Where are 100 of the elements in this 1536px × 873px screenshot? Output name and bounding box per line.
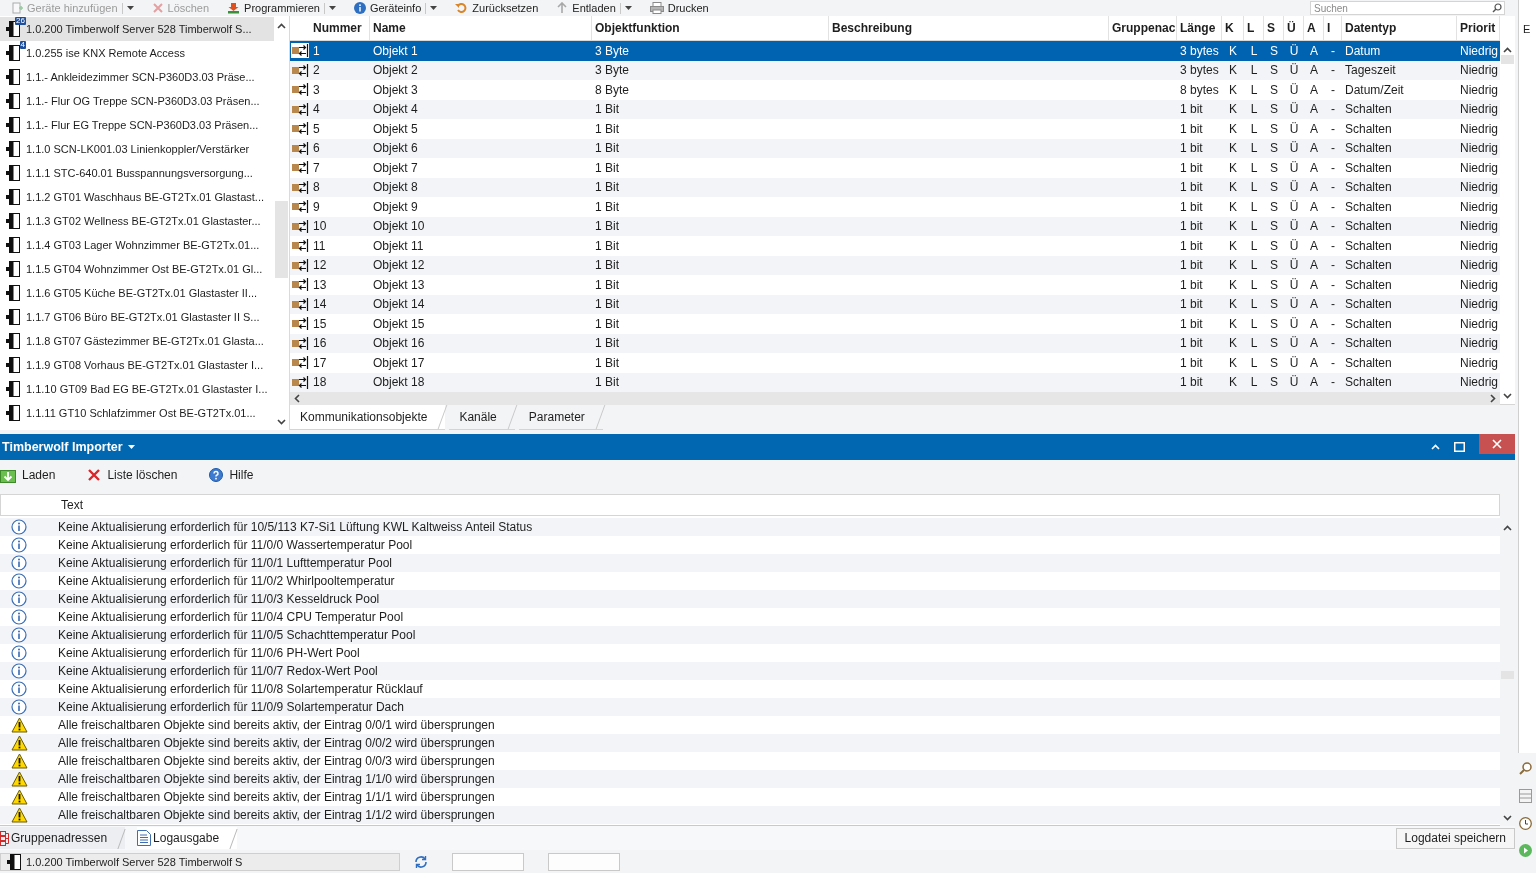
- column-header[interactable]: Name: [370, 16, 592, 40]
- chevron-up-icon[interactable]: [1503, 47, 1512, 53]
- column-header[interactable]: Ü: [1284, 16, 1304, 40]
- tree-item[interactable]: 26 1.0.200 Timberwolf Server 528 Timberwolf S...: [0, 17, 274, 41]
- table-cell-text: A: [1309, 276, 1319, 294]
- maximize-icon[interactable]: [1454, 442, 1465, 452]
- search-field[interactable]: Suchen: [1310, 1, 1505, 15]
- tab[interactable]: Logausgabe: [137, 827, 238, 849]
- table-row[interactable]: 16 Objekt 16 1 Bit 1 bit K L S Ü A - Schalten Niedrig: [290, 333, 1500, 353]
- table-cell-text: S: [1269, 159, 1279, 177]
- chevron-down-icon[interactable]: [1503, 393, 1512, 399]
- table-row[interactable]: 10 Objekt 10 1 Bit 1 bit K L S Ü A - Schalten Niedrig: [290, 216, 1500, 236]
- column-header[interactable]: S: [1264, 16, 1284, 40]
- table-row[interactable]: 4 Objekt 4 1 Bit 1 bit K L S Ü A - Schalten Niedrig: [290, 99, 1500, 119]
- table-row[interactable]: 9 Objekt 9 1 Bit 1 bit K L S Ü A - Schalten Niedrig: [290, 197, 1500, 217]
- toolbar-button[interactable]: Entladen: [551, 0, 637, 16]
- table-cell-text: -: [1330, 101, 1336, 119]
- column-header[interactable]: L: [1244, 16, 1264, 40]
- close-button[interactable]: [1479, 434, 1515, 454]
- panel-title-menu[interactable]: Timberwolf Importer: [0, 440, 135, 454]
- chevron-left-icon[interactable]: [294, 394, 300, 403]
- tab[interactable]: Gruppenadressen: [0, 827, 126, 849]
- toolbar-button[interactable]: Liste löschen: [87, 468, 180, 482]
- table-row[interactable]: 3 Objekt 3 8 Byte 8 bytes K L S Ü A - Datum/Zeit Niedrig: [290, 80, 1500, 100]
- chevron-down-icon[interactable]: [1503, 815, 1512, 821]
- table-cell-text: Niedrig: [1459, 354, 1499, 372]
- column-header[interactable]: K: [1222, 16, 1244, 40]
- column-header[interactable]: A: [1304, 16, 1324, 40]
- table-cell-text: Objekt 2: [372, 62, 419, 80]
- column-header[interactable]: Priorit: [1457, 16, 1500, 40]
- warning-icon: [11, 771, 28, 787]
- column-header[interactable]: Länge: [1177, 16, 1222, 40]
- column-header[interactable]: Objektfunktion: [592, 16, 829, 40]
- table-cell-text: -: [1330, 315, 1336, 333]
- table-cell-text: 1 Bit: [594, 374, 620, 392]
- column-header[interactable]: Datentyp: [1342, 16, 1457, 40]
- table-row[interactable]: 5 Objekt 5 1 Bit 1 bit K L S Ü A - Schalten Niedrig: [290, 119, 1500, 139]
- table-row[interactable]: 7 Objekt 7 1 Bit 1 bit K L S Ü A - Schalten Niedrig: [290, 158, 1500, 178]
- table-cell-text: A: [1309, 140, 1319, 158]
- table-row[interactable]: 15 Objekt 15 1 Bit 1 bit K L S Ü A - Schalten Niedrig: [290, 314, 1500, 334]
- table-row[interactable]: 12 Objekt 12 1 Bit 1 bit K L S Ü A - Schalten Niedrig: [290, 255, 1500, 275]
- table-cell-text: Objekt 7: [372, 159, 419, 177]
- column-header[interactable]: Gruppenac: [1109, 16, 1177, 40]
- column-header[interactable]: Nummer: [310, 16, 370, 40]
- table-row[interactable]: 8 Objekt 8 1 Bit 1 bit K L S Ü A - Schalten Niedrig: [290, 177, 1500, 197]
- table-cell-text: 1 Bit: [594, 101, 620, 119]
- table-row[interactable]: 18 Objekt 18 1 Bit 1 bit K L S Ü A - Schalten Niedrig: [290, 372, 1500, 392]
- table-row[interactable]: 6 Objekt 6 1 Bit 1 bit K L S Ü A - Schalten Niedrig: [290, 138, 1500, 158]
- table-row[interactable]: 14 Objekt 14 1 Bit 1 bit K L S Ü A - Schalten Niedrig: [290, 294, 1500, 314]
- column-header[interactable]: I: [1324, 16, 1342, 40]
- table-cell-text: S: [1269, 354, 1279, 372]
- clock-icon[interactable]: [1519, 817, 1532, 830]
- toolbar-button[interactable]: Hilfe: [209, 468, 256, 482]
- refresh-icon[interactable]: [414, 854, 428, 869]
- toolbar-button[interactable]: Programmieren: [222, 0, 341, 16]
- scroll-thumb[interactable]: [275, 201, 288, 278]
- table-cell-text: S: [1269, 81, 1279, 99]
- tab[interactable]: Kanäle: [449, 405, 515, 430]
- toolbar-button[interactable]: Zurücksetzen: [450, 0, 544, 16]
- table-cell-text: 16: [312, 335, 328, 353]
- object-arrows-icon: [291, 316, 309, 332]
- scroll-thumb[interactable]: [1501, 55, 1514, 64]
- tab[interactable]: Parameter: [518, 405, 603, 430]
- table-row[interactable]: 1 Objekt 1 3 Byte 3 bytes K L S Ü A - Datum Niedrig: [290, 41, 1500, 61]
- table-cell-text: Objekt 4: [372, 101, 419, 119]
- column-header[interactable]: Text: [58, 495, 1499, 515]
- log-message: Keine Aktualisierung erforderlich für 11/0/4 CPU Temperatur Pool: [57, 610, 405, 624]
- table-cell-text: S: [1269, 296, 1279, 314]
- save-log-button[interactable]: Logdatei speichern: [1395, 827, 1515, 849]
- log-message: Keine Aktualisierung erforderlich für 11/0/1 Lufttemperatur Pool: [57, 556, 393, 570]
- log-message: Keine Aktualisierung erforderlich für 11/0/3 Kesseldruck Pool: [57, 592, 381, 606]
- device-select[interactable]: 1.0.200 Timberwolf Server 528 Timberwolf S: [0, 852, 400, 871]
- table-row[interactable]: 11 Objekt 11 1 Bit 1 bit K L S Ü A - Schalten Niedrig: [290, 236, 1500, 256]
- object-arrows-icon: [291, 374, 309, 390]
- table-row[interactable]: 2 Objekt 2 3 Byte 3 bytes K L S Ü A - Tageszeit Niedrig: [290, 60, 1500, 80]
- table-row[interactable]: 13 Objekt 13 1 Bit 1 bit K L S Ü A - Schalten Niedrig: [290, 275, 1500, 295]
- tab[interactable]: Kommunikationsobjekte: [290, 405, 446, 430]
- list-icon[interactable]: [1519, 789, 1532, 803]
- table-cell-text: Ü: [1288, 354, 1300, 372]
- object-arrows-icon: [291, 218, 309, 234]
- table-row[interactable]: 17 Objekt 17 1 Bit 1 bit K L S Ü A - Schalten Niedrig: [290, 353, 1500, 373]
- horizontal-scrollbar[interactable]: [290, 392, 1500, 405]
- scroll-thumb[interactable]: [1501, 671, 1514, 679]
- search-icon[interactable]: [1492, 3, 1502, 13]
- toolbar-button[interactable]: Drucken: [644, 0, 714, 16]
- chevron-up-icon[interactable]: [277, 23, 286, 29]
- column-header[interactable]: Beschreibung: [829, 16, 1109, 40]
- toolbar-button[interactable]: Laden: [0, 467, 58, 483]
- table-cell-text: L: [1249, 315, 1259, 333]
- table-cell-text: L: [1249, 62, 1259, 80]
- magnifier-icon[interactable]: [1519, 762, 1532, 775]
- chevron-up-icon[interactable]: [1503, 525, 1512, 531]
- table-cell-text: 3 bytes: [1179, 42, 1220, 60]
- table-cell-text: 8: [312, 179, 321, 197]
- caret-down-icon: [127, 445, 135, 449]
- table-cell-text: Ü: [1288, 42, 1300, 60]
- chevron-down-icon[interactable]: [277, 419, 286, 425]
- table-cell-text: K: [1228, 159, 1238, 177]
- chevron-right-icon[interactable]: [1490, 394, 1496, 403]
- toolbar-button[interactable]: Geräteinfo: [348, 0, 443, 16]
